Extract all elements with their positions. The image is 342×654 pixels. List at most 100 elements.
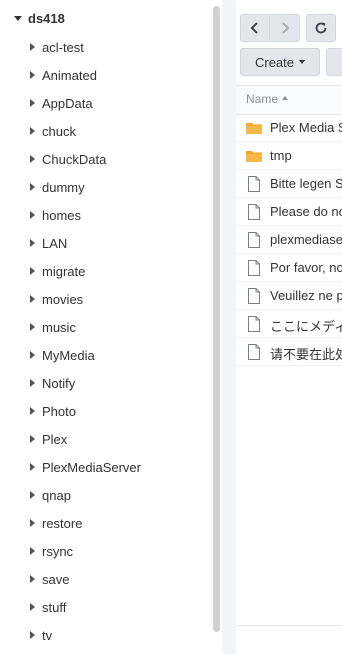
caret-right-icon[interactable] <box>30 435 35 443</box>
file-row[interactable]: 请不要在此处 <box>236 338 342 366</box>
file-list: Plex Media S tmp Bitte legen S Please do no… <box>236 114 342 366</box>
folder-icon <box>245 120 263 136</box>
tree-item[interactable]: Animated <box>0 62 210 90</box>
tree-item-label: chuck <box>42 124 76 139</box>
tree-item[interactable]: MyMedia <box>0 342 210 370</box>
tree-item[interactable]: save <box>0 566 210 594</box>
file-list-panel: Create Name Plex Media S tmp Bitte legen S… <box>236 0 342 654</box>
file-row[interactable]: Veuillez ne p <box>236 282 342 310</box>
tree-item[interactable]: acl-test <box>0 34 210 62</box>
tree-item[interactable]: Photo <box>0 398 210 426</box>
file-name: Por favor, no <box>270 260 342 275</box>
caret-right-icon[interactable] <box>30 43 35 51</box>
caret-right-icon[interactable] <box>30 183 35 191</box>
tree-item[interactable]: music <box>0 314 210 342</box>
caret-right-icon[interactable] <box>30 603 35 611</box>
divider <box>236 625 342 626</box>
file-name: 请不要在此处 <box>270 347 342 362</box>
tree-item-label: LAN <box>42 236 68 251</box>
tree-item[interactable]: qnap <box>0 482 210 510</box>
file-row[interactable]: Please do no <box>236 198 342 226</box>
chevron-right-icon <box>281 22 289 34</box>
caret-right-icon[interactable] <box>30 211 35 219</box>
file-name: Veuillez ne p <box>270 288 342 303</box>
file-icon <box>245 316 263 332</box>
caret-right-icon[interactable] <box>30 127 35 135</box>
tree-item[interactable]: Notify <box>0 370 210 398</box>
name-column-label: Name <box>246 92 279 106</box>
caret-right-icon[interactable] <box>30 239 35 247</box>
file-row[interactable]: ここにメディ <box>236 310 342 338</box>
caret-right-icon[interactable] <box>30 323 35 331</box>
tree-item-label: PlexMediaServer <box>42 460 141 475</box>
caret-right-icon[interactable] <box>30 463 35 471</box>
tree-item[interactable]: dummy <box>0 174 210 202</box>
tree-item[interactable]: LAN <box>0 230 210 258</box>
forward-button[interactable] <box>270 14 300 42</box>
tree-item[interactable]: Plex <box>0 426 210 454</box>
file-row[interactable]: Por favor, no <box>236 254 342 282</box>
tree-item-label: restore <box>42 516 83 531</box>
tree-item-label: MyMedia <box>42 348 95 363</box>
file-icon <box>245 344 263 360</box>
tree-root-ds418[interactable]: ds418 <box>0 6 210 32</box>
tree-item[interactable]: rsync <box>0 538 210 566</box>
panel-splitter[interactable] <box>222 0 236 654</box>
file-name: Bitte legen S <box>270 176 342 191</box>
tree-item[interactable]: PlexMediaServer <box>0 454 210 482</box>
refresh-button[interactable] <box>306 14 336 42</box>
caret-right-icon[interactable] <box>30 407 35 415</box>
create-button[interactable]: Create <box>240 48 320 76</box>
tree-item[interactable]: stuff <box>0 594 210 622</box>
tree-item-label: Animated <box>42 68 97 83</box>
tree-item[interactable]: tv <box>0 622 210 650</box>
caret-right-icon[interactable] <box>30 267 35 275</box>
caret-down-icon[interactable] <box>14 16 22 21</box>
tree-item[interactable]: chuck <box>0 118 210 146</box>
caret-right-icon[interactable] <box>30 99 35 107</box>
tree-item[interactable]: restore <box>0 510 210 538</box>
tree-item[interactable]: ChuckData <box>0 146 210 174</box>
tree-list: acl-test Animated AppData chuck ChuckData dum… <box>0 34 210 650</box>
caret-right-icon[interactable] <box>30 155 35 163</box>
tree-item-label: Notify <box>42 376 76 391</box>
tree-item-label: music <box>42 320 76 335</box>
tree-root-label: ds418 <box>28 11 65 26</box>
file-icon <box>245 232 263 248</box>
toolbar-button-partial[interactable] <box>326 48 342 76</box>
caret-right-icon[interactable] <box>30 631 35 639</box>
tree-item-label: migrate <box>42 264 86 279</box>
file-row[interactable]: tmp <box>236 142 342 170</box>
tree-item-label: AppData <box>42 96 93 111</box>
name-column-header[interactable]: Name <box>246 92 289 106</box>
tree-item-label: tv <box>42 628 53 643</box>
tree-item-label: qnap <box>42 488 71 503</box>
back-button[interactable] <box>240 14 270 42</box>
tree-item-label: Plex <box>42 432 68 447</box>
file-name: tmp <box>270 148 292 163</box>
tree-item-label: movies <box>42 292 84 307</box>
file-list-header: Name <box>236 85 342 115</box>
tree-item[interactable]: homes <box>0 202 210 230</box>
caret-right-icon[interactable] <box>30 295 35 303</box>
chevron-left-icon <box>250 22 258 34</box>
caret-right-icon[interactable] <box>30 71 35 79</box>
caret-right-icon[interactable] <box>30 379 35 387</box>
file-row[interactable]: Bitte legen S <box>236 170 342 198</box>
file-icon <box>245 204 263 220</box>
file-row[interactable]: Plex Media S <box>236 114 342 142</box>
tree-item-label: acl-test <box>42 40 84 55</box>
caret-right-icon[interactable] <box>30 519 35 527</box>
caret-right-icon[interactable] <box>30 575 35 583</box>
caret-right-icon[interactable] <box>30 351 35 359</box>
caret-right-icon[interactable] <box>30 491 35 499</box>
file-row[interactable]: plexmediase <box>236 226 342 254</box>
caret-right-icon[interactable] <box>30 547 35 555</box>
tree-scrollbar[interactable] <box>213 6 220 632</box>
tree-item[interactable]: movies <box>0 286 210 314</box>
tree-item-label: ChuckData <box>42 152 107 167</box>
tree-item[interactable]: migrate <box>0 258 210 286</box>
file-name: ここにメディ <box>270 319 342 334</box>
tree-item[interactable]: AppData <box>0 90 210 118</box>
file-name: plexmediase <box>270 232 342 247</box>
